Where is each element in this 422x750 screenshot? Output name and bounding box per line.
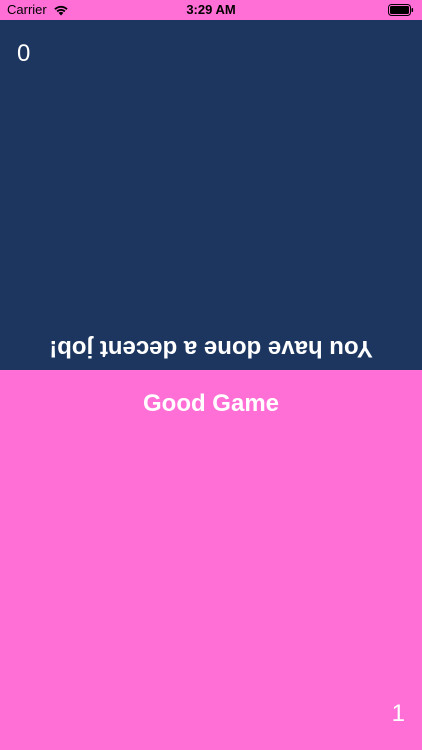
battery-icon — [388, 4, 414, 16]
top-player-area[interactable]: 0 You have done a decent job! — [0, 20, 422, 370]
status-right — [388, 4, 414, 16]
top-player-score: 0 — [17, 40, 31, 67]
top-player-message: You have done a decent job! — [49, 335, 373, 362]
bottom-player-area[interactable]: Good Game 1 — [0, 370, 422, 750]
status-time: 3:29 AM — [186, 2, 236, 17]
bottom-player-message: Good Game — [142, 390, 280, 417]
bottom-player-score: 1 — [391, 700, 405, 727]
status-bar: Carrier 3:29 AM — [0, 0, 422, 20]
